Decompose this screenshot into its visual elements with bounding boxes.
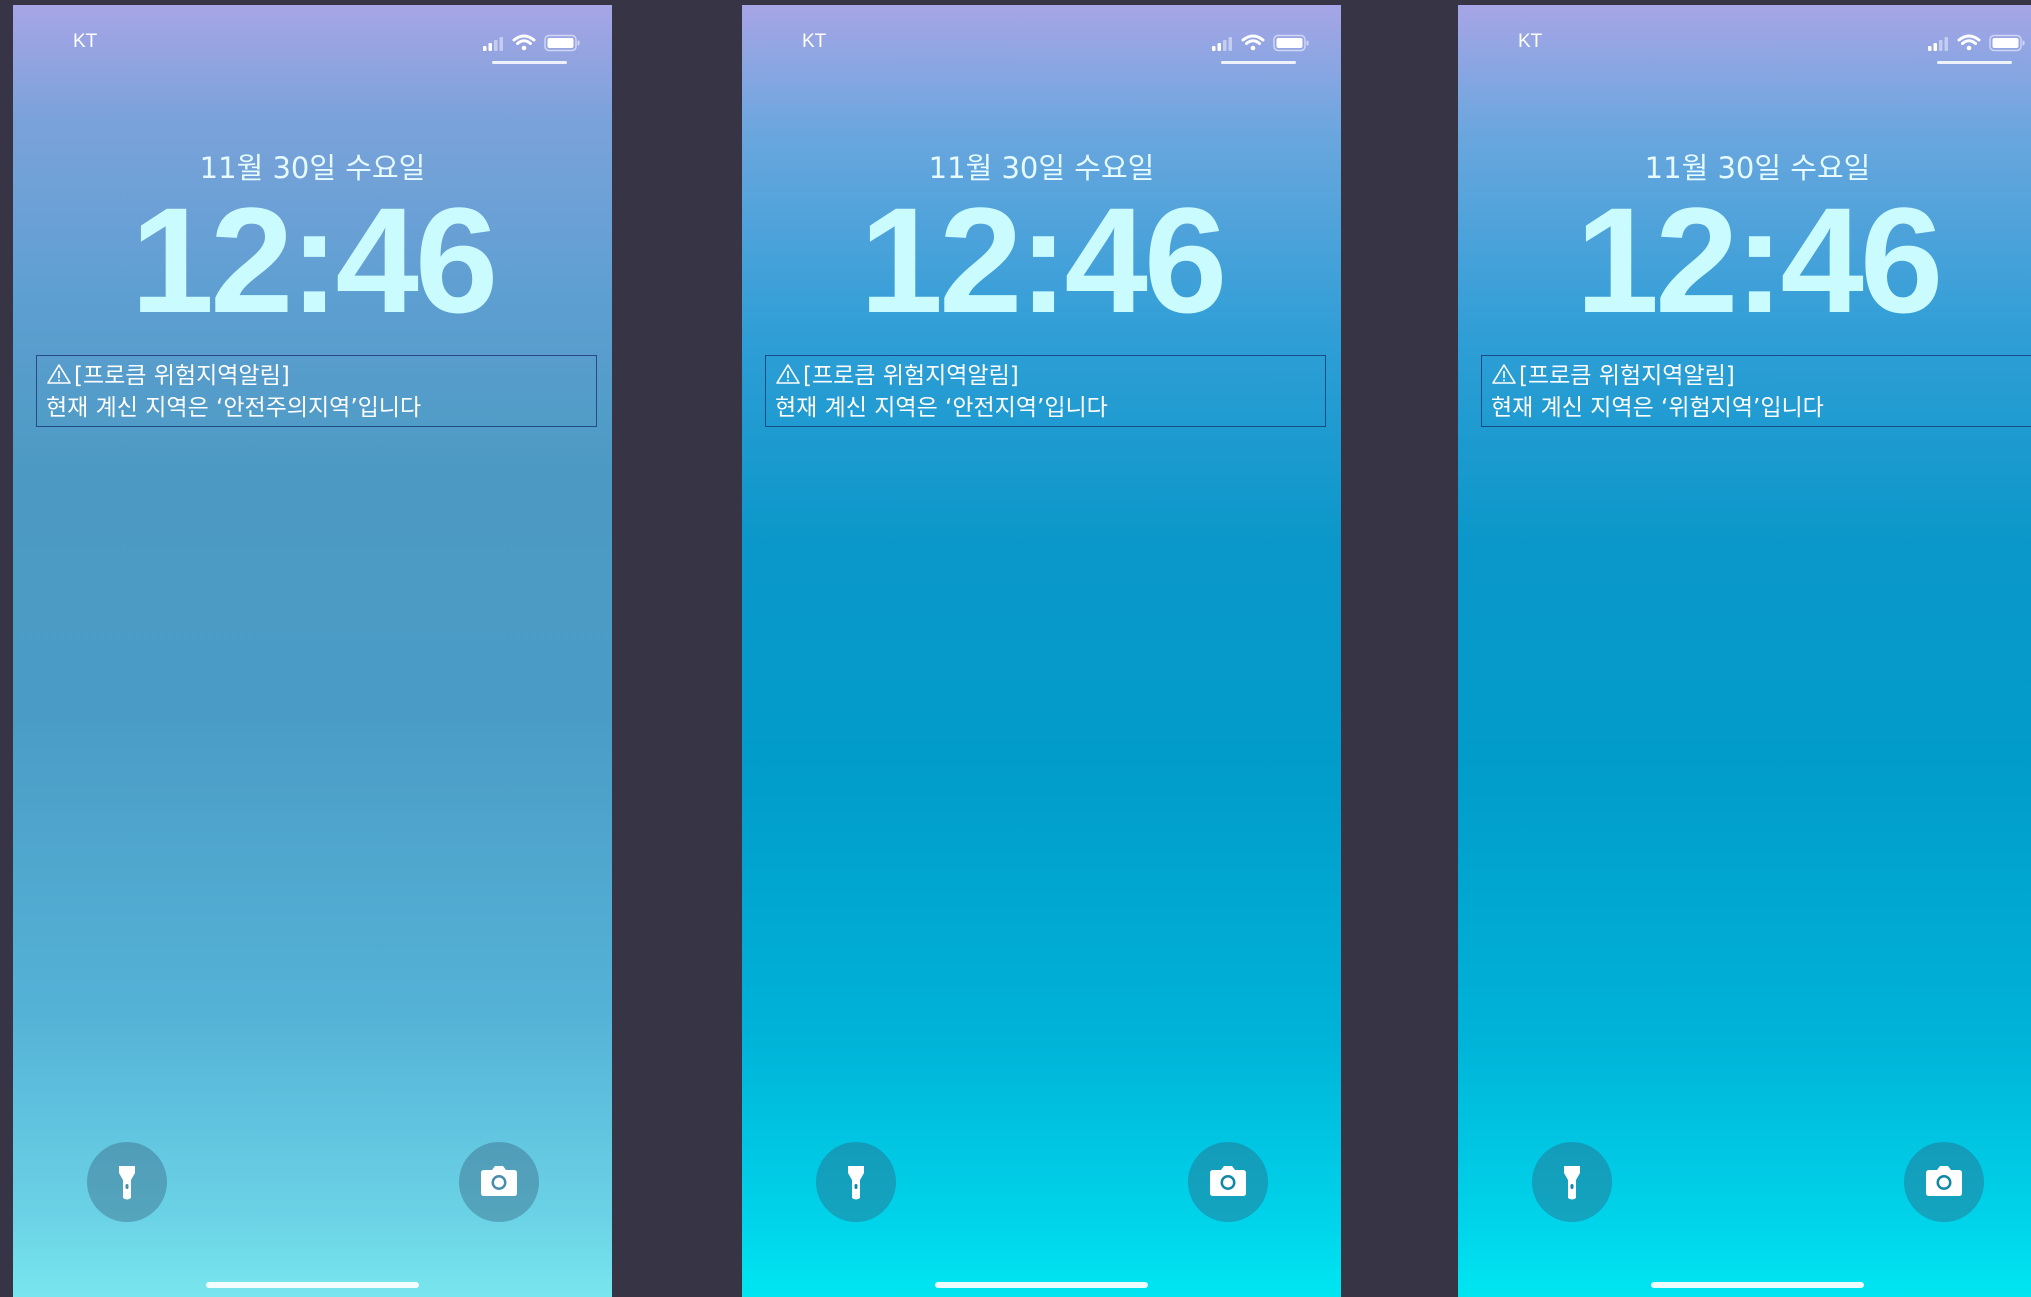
cellular-signal-icon	[483, 37, 503, 51]
notification-title-row: [프로큼 위험지역알림]	[1491, 360, 2031, 392]
home-indicator[interactable]	[1651, 1282, 1864, 1288]
danger-zone-notification[interactable]: [프로큼 위험지역알림] 현재 계신 지역은 ‘위험지역’입니다	[1481, 355, 2031, 427]
notification-title-row: [프로큼 위험지역알림]	[775, 360, 1325, 392]
camera-icon	[1210, 1166, 1246, 1196]
lock-clock: 12:46	[130, 176, 499, 344]
lock-screen-safe: KT 11월 30일 수요일 12:46 [프로큼 위험지역알림] 현재 계신 …	[742, 5, 1341, 1297]
battery-icon	[1989, 34, 2025, 52]
battery-icon	[544, 34, 580, 52]
notification-message: 현재 계신 지역은 ‘안전주의지역’입니다	[46, 395, 422, 421]
wifi-icon	[1957, 34, 1981, 51]
status-icons	[1212, 34, 1309, 52]
notification-message: 현재 계신 지역은 ‘안전지역’입니다	[775, 395, 1108, 421]
flashlight-icon	[848, 1166, 864, 1200]
carrier-label: KT	[1518, 31, 1543, 52]
warning-triangle-icon	[1492, 364, 1516, 384]
lock-clock: 12:46	[859, 176, 1228, 344]
flashlight-button[interactable]	[1532, 1142, 1612, 1222]
notification-title: [프로큼 위험지역알림]	[1519, 363, 1735, 389]
status-icons	[1928, 34, 2025, 52]
carrier-label: KT	[73, 31, 98, 52]
notification-message: 현재 계신 지역은 ‘위험지역’입니다	[1491, 395, 1824, 421]
battery-icon	[1273, 34, 1309, 52]
camera-icon	[1926, 1166, 1962, 1196]
camera-button[interactable]	[459, 1142, 539, 1222]
camera-icon	[481, 1166, 517, 1196]
cellular-signal-icon	[1928, 37, 1948, 51]
status-bar: KT	[742, 5, 1341, 75]
warning-triangle-icon	[776, 364, 800, 384]
cellular-signal-icon	[1212, 37, 1232, 51]
danger-zone-notification[interactable]: [프로큼 위험지역알림] 현재 계신 지역은 ‘안전주의지역’입니다	[36, 355, 597, 427]
warning-triangle-icon	[47, 364, 71, 384]
carrier-label: KT	[802, 31, 827, 52]
home-indicator[interactable]	[206, 1282, 419, 1288]
flashlight-icon	[1564, 1166, 1580, 1200]
home-indicator[interactable]	[935, 1282, 1148, 1288]
control-center-indicator[interactable]	[1221, 61, 1296, 64]
wifi-icon	[1241, 34, 1265, 51]
wifi-icon	[512, 34, 536, 51]
status-bar: KT	[1458, 5, 2031, 75]
control-center-indicator[interactable]	[1937, 61, 2012, 64]
camera-button[interactable]	[1188, 1142, 1268, 1222]
notification-title-row: [프로큼 위험지역알림]	[46, 360, 596, 392]
lock-screen-caution: KT 11월 30일 수요일 12:46 [프로큼 위험지역알림] 현재 계신 …	[13, 5, 612, 1297]
camera-button[interactable]	[1904, 1142, 1984, 1222]
danger-zone-notification[interactable]: [프로큼 위험지역알림] 현재 계신 지역은 ‘안전지역’입니다	[765, 355, 1326, 427]
flashlight-button[interactable]	[87, 1142, 167, 1222]
notification-title: [프로큼 위험지역알림]	[74, 363, 290, 389]
status-icons	[483, 34, 580, 52]
flashlight-icon	[119, 1166, 135, 1200]
status-bar: KT	[13, 5, 612, 75]
lock-clock: 12:46	[1575, 176, 1944, 344]
notification-title: [프로큼 위험지역알림]	[803, 363, 1019, 389]
control-center-indicator[interactable]	[492, 61, 567, 64]
flashlight-button[interactable]	[816, 1142, 896, 1222]
lock-screen-danger: KT 11월 30일 수요일 12:46 [프로큼 위험지역알림] 현재 계신 …	[1458, 5, 2031, 1297]
